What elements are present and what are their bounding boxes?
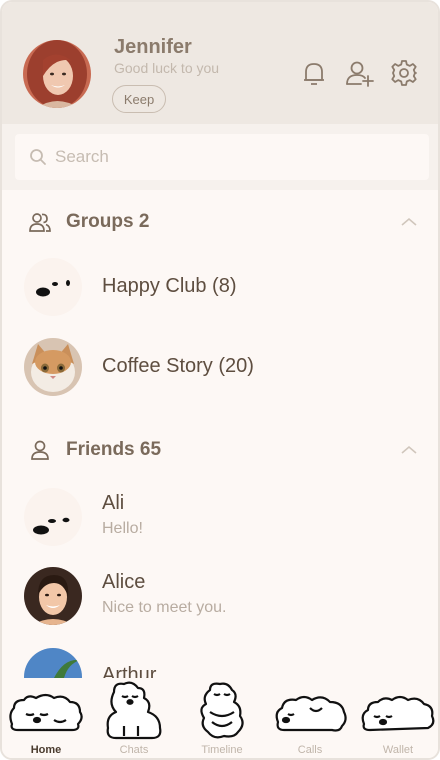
friend-name: Ali <box>102 492 125 514</box>
search-icon <box>30 149 46 165</box>
app-frame: Jennifer Good luck to you Keep Search Gr… <box>0 0 440 760</box>
tab-chats[interactable]: Chats <box>90 678 178 758</box>
profile-header: Jennifer Good luck to you Keep <box>2 2 438 124</box>
profile-avatar[interactable] <box>23 40 91 108</box>
chevron-up-icon[interactable] <box>400 444 418 456</box>
tab-calls[interactable]: Calls <box>266 678 354 758</box>
sleeping-dog-icon <box>361 695 435 732</box>
list-item-group[interactable]: Happy Club (8) <box>2 248 438 326</box>
list-item-friend[interactable]: Alice Nice to meet you. <box>2 557 438 635</box>
tab-label: Home <box>30 744 62 756</box>
tab-label: Wallet <box>382 744 414 756</box>
friend-status: Hello! <box>102 520 143 537</box>
gear-icon[interactable] <box>390 59 418 87</box>
list-item-group[interactable]: Coffee Story (20) <box>2 328 438 406</box>
friend-status: Nice to meet you. <box>102 599 227 616</box>
person-icon <box>31 440 49 460</box>
chevron-up-icon[interactable] <box>400 216 418 228</box>
friends-title: Friends 65 <box>66 439 162 460</box>
keep-button[interactable]: Keep <box>112 85 166 113</box>
group-name: Happy Club (8) <box>102 275 237 297</box>
lying-dog-icon <box>275 695 347 732</box>
tab-label: Chats <box>119 744 149 756</box>
groups-title: Groups 2 <box>66 211 150 232</box>
group-icon <box>29 213 51 232</box>
friend-avatar <box>24 567 82 625</box>
tab-label: Calls <box>297 744 323 756</box>
list-item-friend[interactable]: Ali Hello! <box>2 478 438 556</box>
tab-timeline[interactable]: Timeline <box>178 678 266 758</box>
friends-section-header[interactable]: Friends 65 <box>2 422 438 478</box>
bell-icon[interactable] <box>300 59 328 87</box>
friend-name: Alice <box>102 571 146 593</box>
search-placeholder: Search <box>55 147 109 166</box>
groups-section-header[interactable]: Groups 2 <box>2 194 438 250</box>
tab-home[interactable]: Home <box>2 678 90 758</box>
group-avatar <box>24 338 82 396</box>
sitting-dog-icon <box>106 681 162 740</box>
search-input[interactable]: Search <box>15 134 429 180</box>
group-name: Coffee Story (20) <box>102 355 254 377</box>
sleeping-dog-icon <box>9 693 83 732</box>
bottom-tab-bar: Home Chats Timeline Calls Wallet <box>2 678 438 758</box>
friend-avatar <box>24 488 82 546</box>
tab-label: Timeline <box>201 744 243 756</box>
group-avatar <box>24 258 82 316</box>
dog-hugging-icon <box>200 682 244 739</box>
add-friend-icon[interactable] <box>345 59 374 87</box>
tab-wallet[interactable]: Wallet <box>354 678 438 758</box>
profile-name: Jennifer <box>114 36 192 58</box>
profile-status-message[interactable]: Good luck to you <box>114 60 219 76</box>
search-bar: Search <box>2 124 438 190</box>
